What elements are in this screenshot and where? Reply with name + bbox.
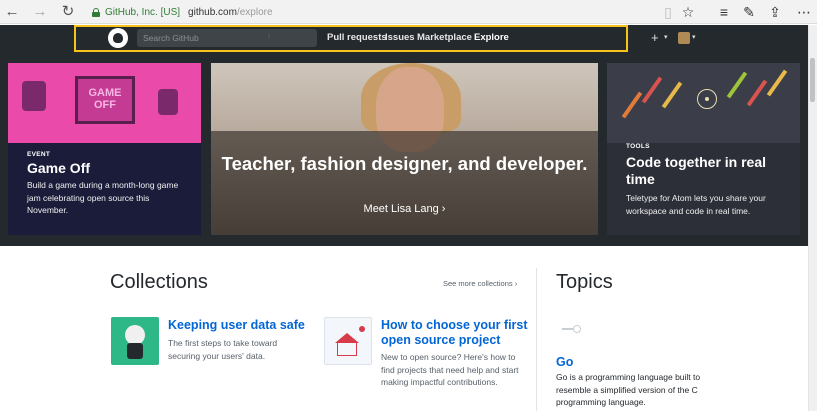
notes-icon[interactable]: ✎ — [739, 3, 759, 21]
more-icon[interactable]: ⋯ — [794, 3, 814, 21]
featured-title: Teacher, fashion designer, and developer… — [221, 153, 588, 174]
gameoff-description: Build a game during a month-long game ja… — [27, 180, 179, 215]
site-identity[interactable]: GitHub, Inc. [US] — [105, 7, 180, 18]
topics-heading: Topics — [556, 271, 613, 293]
go-gopher-icon — [562, 323, 582, 333]
collection-title[interactable]: Keeping user data safe — [168, 318, 305, 333]
highlight-box — [74, 25, 628, 52]
refresh-button[interactable]: ↻ — [59, 3, 77, 21]
arcade-screen: GAME OFF — [75, 76, 135, 124]
url-text[interactable]: github.com/explore — [188, 7, 273, 18]
gameoff-art-text: GAME OFF — [88, 87, 122, 111]
topic-description: Go is a programming language built to re… — [556, 372, 701, 407]
photo-overlay — [211, 131, 598, 235]
topic-title[interactable]: Go — [556, 355, 573, 369]
favorite-star-icon[interactable]: ☆ — [678, 3, 698, 21]
scrollbar-thumb[interactable] — [810, 58, 815, 102]
robot-icon — [158, 89, 178, 115]
back-button[interactable]: ← — [3, 3, 21, 21]
atom-title[interactable]: Code together in real time — [626, 154, 786, 188]
atom-illustration — [607, 63, 800, 143]
robot-icon — [22, 81, 46, 111]
section-divider — [536, 268, 537, 411]
gameoff-eyebrow: EVENT — [27, 151, 51, 158]
hub-icon[interactable]: ≡ — [714, 3, 734, 21]
share-icon[interactable]: ⇪ — [765, 3, 785, 21]
url-host: github.com — [188, 6, 237, 18]
address-bar[interactable]: GitHub, Inc. [US] github.com/explore — [92, 4, 273, 20]
chevron-down-icon[interactable]: ▾ — [664, 32, 668, 44]
atom-eyebrow: TOOLS — [626, 143, 650, 150]
gameoff-title[interactable]: Game Off — [27, 160, 90, 177]
octocat-body — [127, 343, 143, 359]
avatar[interactable] — [678, 32, 690, 44]
atom-description: Teletype for Atom lets you share your wo… — [626, 193, 766, 216]
see-more-collections-link[interactable]: See more collections › — [443, 279, 517, 288]
collection-description: The first steps to take toward securing … — [168, 338, 278, 361]
collection-description: New to open source? Here's how to find p… — [381, 352, 519, 387]
collection-thumbnail[interactable] — [111, 317, 159, 365]
collections-heading: Collections — [110, 271, 208, 293]
atom-logo-icon — [697, 89, 717, 109]
plus-icon[interactable]: + — [651, 29, 659, 47]
collection-title[interactable]: How to choose your first open source pro… — [381, 318, 531, 348]
avatar-chevron-down-icon[interactable]: ▾ — [692, 32, 696, 44]
forward-button[interactable]: → — [31, 3, 49, 21]
lock-icon — [92, 7, 100, 17]
collection-thumbnail[interactable] — [324, 317, 372, 365]
reading-view-icon[interactable]: ▯ — [658, 3, 678, 21]
url-path: /explore — [236, 6, 273, 18]
marker-icon — [359, 326, 365, 332]
octocat-icon — [125, 325, 145, 345]
featured-link[interactable]: Meet Lisa Lang › — [211, 203, 598, 215]
gameoff-illustration: GAME OFF — [8, 63, 201, 143]
house-icon — [337, 342, 357, 356]
